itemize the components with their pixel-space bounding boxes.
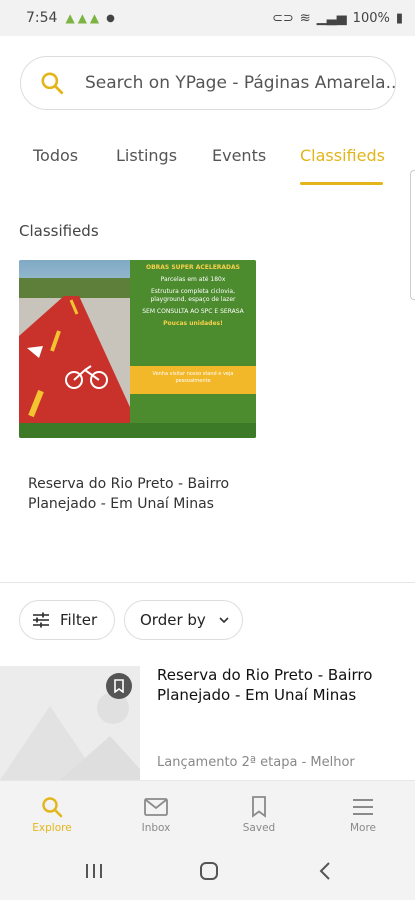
ad-line-3: Estrutura completa ciclovia, playground,… [150,288,236,303]
scroll-indicator [410,170,415,300]
ad-bottom-strip [19,423,256,438]
android-notification-icon: ▲ [65,11,75,25]
battery-icon: ▮ [395,10,403,26]
filter-label: Filter [60,611,98,629]
order-by-button[interactable]: Order by [124,600,243,640]
classified-card-image[interactable]: OBRAS SUPER ACELERADAS Parcelas em até 1… [19,260,256,438]
ad-yellow-panel: Venha visitar nosso stand e veja pessoal… [130,366,256,394]
nav-explore[interactable]: Explore [12,795,92,834]
search-icon [41,72,64,95]
nav-label-inbox: Inbox [141,822,171,834]
signal-icon: ▁▃▅ [316,10,347,26]
bike-lane-illustration [19,296,134,436]
status-time: 7:54 [26,10,58,26]
ad-green-panel: OBRAS SUPER ACELERADAS Parcelas em até 1… [130,260,256,366]
section-title: Classifieds [19,222,99,240]
search-icon [42,797,63,818]
bookmark-icon [114,679,124,693]
nav-inbox[interactable]: Inbox [116,795,196,834]
recent-apps-icon[interactable] [83,860,105,882]
filter-icon [33,612,49,628]
menu-icon [353,799,373,815]
tab-todos[interactable]: Todos [33,146,78,165]
listing-description: Lançamento 2ª etapa - Melhor [157,755,355,770]
ad-line-4: SEM CONSULTA AO SPC E SERASA [142,308,244,315]
battery-level: 100% [352,10,390,26]
tab-listings[interactable]: Listings [116,146,177,165]
section-divider [0,582,415,583]
wifi-icon: ≋ [299,10,311,26]
search-placeholder: Search on YPage - Páginas Amarela... [85,73,396,93]
order-by-label: Order by [140,611,206,629]
nav-label-explore: Explore [32,822,72,834]
tab-events[interactable]: Events [212,146,266,165]
active-tab-indicator [300,182,383,185]
nav-label-saved: Saved [242,822,276,834]
ad-line-1: OBRAS SUPER ACELERADAS [145,264,241,271]
status-right-group: ⊂⊃ ≋ ▁▃▅ 100% ▮ [272,11,403,26]
search-bar[interactable]: Search on YPage - Páginas Amarela... [20,56,396,110]
filter-button[interactable]: Filter [19,600,115,640]
system-nav-bar [0,844,415,900]
back-icon[interactable] [315,860,337,882]
home-icon[interactable] [198,860,220,882]
ad-line-6: Venha visitar nosso stand e veja pessoal… [152,371,234,384]
nav-label-more: More [349,822,377,834]
nav-more[interactable]: More [323,795,403,834]
notification-dot-icon: ● [106,12,115,24]
tab-classifieds[interactable]: Classifieds [300,146,385,165]
bookmark-button[interactable] [106,673,132,699]
android-notification-icon: ▲ [77,11,87,25]
ad-line-5: Poucas unidades! [163,320,223,327]
mail-icon [144,798,168,816]
listing-title[interactable]: Reserva do Rio Preto - Bairro Planejado … [157,665,397,705]
classified-card-caption[interactable]: Reserva do Rio Preto - Bairro Planejado … [28,474,248,514]
category-tabs: Todos Listings Events Classifieds [0,130,415,186]
status-bar: 7:54 ▲ ▲ ▲ ● ⊂⊃ ≋ ▁▃▅ 100% ▮ [0,0,415,36]
bottom-nav: Explore Inbox Saved More [0,780,415,844]
link-icon: ⊂⊃ [271,10,294,26]
ad-line-2: Parcelas em até 180x [160,276,226,283]
android-notification-icon: ▲ [89,11,100,25]
chevron-down-icon [219,617,229,624]
nav-saved[interactable]: Saved [219,795,299,834]
bookmark-icon [252,796,266,818]
